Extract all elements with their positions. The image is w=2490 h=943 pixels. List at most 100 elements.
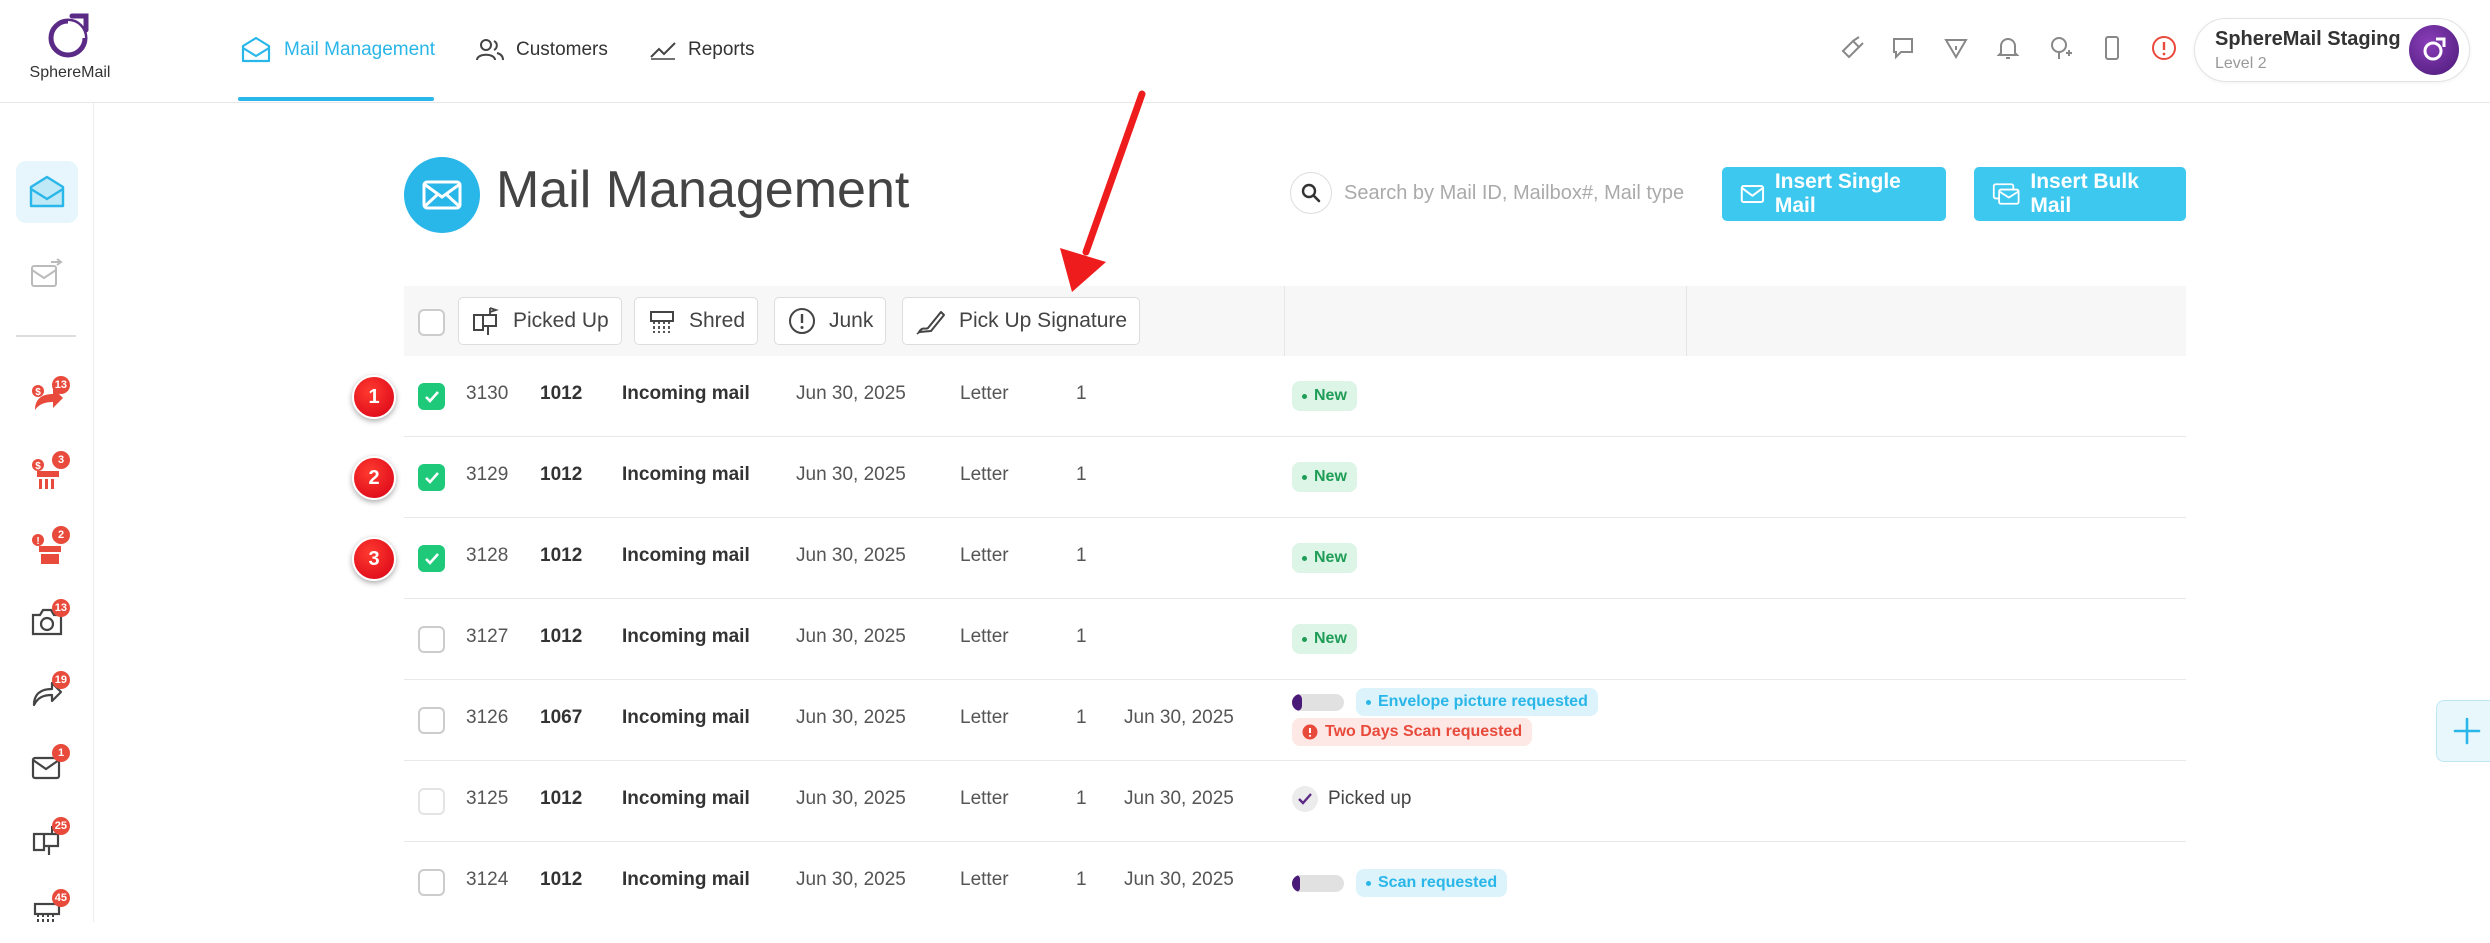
sidebar-item-shredding[interactable]: 45 — [16, 881, 78, 943]
spheremail-avatar-icon — [2423, 37, 2446, 61]
account-name: SphereMail Staging — [2215, 28, 2401, 50]
nav-tab-customers[interactable]: Customers — [476, 30, 608, 70]
received-date: Jun 30, 2025 — [796, 464, 906, 485]
table-row[interactable]: 3125 1012 Incoming mail Jun 30, 2025 Let… — [404, 761, 2186, 842]
mail-type: Incoming mail — [622, 464, 750, 485]
sidebar-item-alert-requests[interactable]: ! 2 — [16, 518, 78, 580]
chat-icon[interactable] — [1890, 34, 1918, 62]
received-date: Jun 30, 2025 — [796, 383, 906, 404]
alert-status-badge: Two Days Scan requested — [1292, 718, 1533, 746]
mail-type: Incoming mail — [622, 869, 750, 890]
sidebar-badge: 25 — [51, 817, 70, 835]
table-row[interactable]: 3124 1012 Incoming mail Jun 30, 2025 Let… — [404, 842, 2186, 923]
account-switcher[interactable]: SphereMail Staging Level 2 — [2194, 18, 2470, 82]
search-icon[interactable] — [1290, 172, 1332, 214]
action-date: Jun 30, 2025 — [1124, 788, 1234, 809]
mail-id: 3128 — [466, 545, 509, 566]
sidebar-item-scan-requests[interactable]: 13 — [16, 591, 78, 653]
mail-kind: Letter — [960, 464, 1009, 485]
annotation-marker: 2 — [352, 456, 396, 500]
spheremail-logo[interactable]: SphereMail — [22, 12, 118, 82]
status-label: Picked up — [1328, 788, 1412, 809]
sidebar-item-forwarding[interactable]: 19 — [16, 663, 78, 725]
status-badge: Scan requested — [1356, 869, 1508, 897]
pick-up-signature-button[interactable]: Pick Up Signature — [902, 297, 1141, 345]
status-label: New — [1314, 549, 1347, 566]
table-row[interactable]: 3127 1012 Incoming mail Jun 30, 2025 Let… — [404, 599, 2186, 680]
mail-type: Incoming mail — [622, 626, 750, 647]
status-badge: New — [1292, 381, 1357, 411]
sidebar-item-shred-requests[interactable]: $ 3 — [16, 443, 78, 505]
mail-type: Incoming mail — [622, 545, 750, 566]
mail-id: 3124 — [466, 869, 509, 890]
search-bar — [1290, 172, 1690, 214]
junk-button[interactable]: Junk — [774, 297, 887, 345]
row-checkbox[interactable] — [418, 869, 445, 896]
table-row[interactable]: 3129 1012 Incoming mail Jun 30, 2025 Let… — [404, 437, 2186, 518]
mailbox-number: 1067 — [540, 707, 583, 728]
shred-button[interactable]: Shred — [634, 297, 759, 345]
table-row[interactable]: 3128 1012 Incoming mail Jun 30, 2025 Let… — [404, 518, 2186, 599]
row-checkbox[interactable] — [418, 707, 445, 734]
request-progress-bar — [1292, 694, 1344, 711]
add-floating-button[interactable] — [2436, 700, 2490, 762]
insert-single-mail-label: Insert Single Mail — [1774, 170, 1901, 217]
row-checkbox[interactable] — [418, 383, 445, 410]
active-tab-indicator — [238, 97, 434, 101]
sidebar-item-mail-alerts[interactable]: 1 — [16, 736, 78, 798]
row-checkbox[interactable] — [418, 788, 445, 815]
status-badge: New — [1292, 462, 1357, 492]
shred-label: Shred — [689, 309, 746, 332]
nav-tab-mail-management[interactable]: Mail Management — [240, 30, 435, 70]
select-all-checkbox[interactable] — [418, 309, 445, 336]
plus-icon — [2453, 717, 2481, 745]
sidebar-item-mail[interactable] — [16, 161, 78, 223]
alert-status-label: Two Days Scan requested — [1325, 723, 1523, 740]
search-input[interactable] — [1344, 181, 1684, 205]
mobile-device-icon[interactable] — [2098, 34, 2126, 62]
envelope-icon — [241, 36, 271, 63]
nav-tab-reports[interactable]: Reports — [650, 30, 755, 70]
received-date: Jun 30, 2025 — [796, 545, 906, 566]
sidebar-item-mailbox[interactable]: 25 — [16, 809, 78, 871]
notification-bell-icon[interactable] — [1994, 34, 2022, 62]
sidebar-item-mail-transfer[interactable] — [16, 243, 78, 305]
row-checkbox[interactable] — [418, 626, 445, 653]
status-label: New — [1314, 387, 1347, 404]
svg-text:!: ! — [36, 536, 39, 547]
add-location-icon[interactable] — [2046, 34, 2074, 62]
sidebar-badge: 45 — [51, 889, 70, 907]
insert-single-mail-button[interactable]: Insert Single Mail — [1722, 167, 1946, 221]
table-row[interactable]: 3126 1067 Incoming mail Jun 30, 2025 Let… — [404, 680, 2186, 761]
annotation-marker: 3 — [352, 537, 396, 581]
mail-type: Incoming mail — [622, 383, 750, 404]
mailbox-number: 1012 — [540, 545, 583, 566]
request-progress-bar — [1292, 875, 1344, 892]
action-date: Jun 30, 2025 — [1124, 707, 1234, 728]
mailbox-number: 1012 — [540, 383, 583, 404]
shredder-icon — [650, 311, 674, 333]
nav-tab-label: Mail Management — [284, 39, 436, 60]
insert-bulk-mail-button[interactable]: Insert Bulk Mail — [1974, 167, 2186, 221]
row-checkbox[interactable] — [418, 464, 445, 491]
announcement-icon[interactable] — [1838, 34, 1866, 62]
quantity: 1 — [1076, 383, 1087, 404]
mail-kind: Letter — [960, 707, 1009, 728]
avatar — [2409, 25, 2459, 75]
mail-id: 3129 — [466, 464, 509, 485]
alert-icon[interactable] — [2150, 34, 2178, 62]
filter-icon[interactable] — [1942, 34, 1970, 62]
mail-kind: Letter — [960, 383, 1009, 404]
row-checkbox[interactable] — [418, 545, 445, 572]
sidebar-item-forward-requests[interactable]: $ 13 — [16, 368, 78, 430]
received-date: Jun 30, 2025 — [796, 788, 906, 809]
status-label: Scan requested — [1378, 874, 1498, 891]
picked-up-button[interactable]: Picked Up — [458, 297, 622, 345]
column-divider — [1686, 286, 1687, 356]
mail-type: Incoming mail — [622, 707, 750, 728]
top-icon-bar — [1838, 34, 2178, 62]
svg-text:$: $ — [35, 461, 41, 472]
table-row[interactable]: 3130 1012 Incoming mail Jun 30, 2025 Let… — [404, 356, 2186, 437]
sidebar-badge: 13 — [51, 376, 70, 394]
mailbox-number: 1012 — [540, 464, 583, 485]
